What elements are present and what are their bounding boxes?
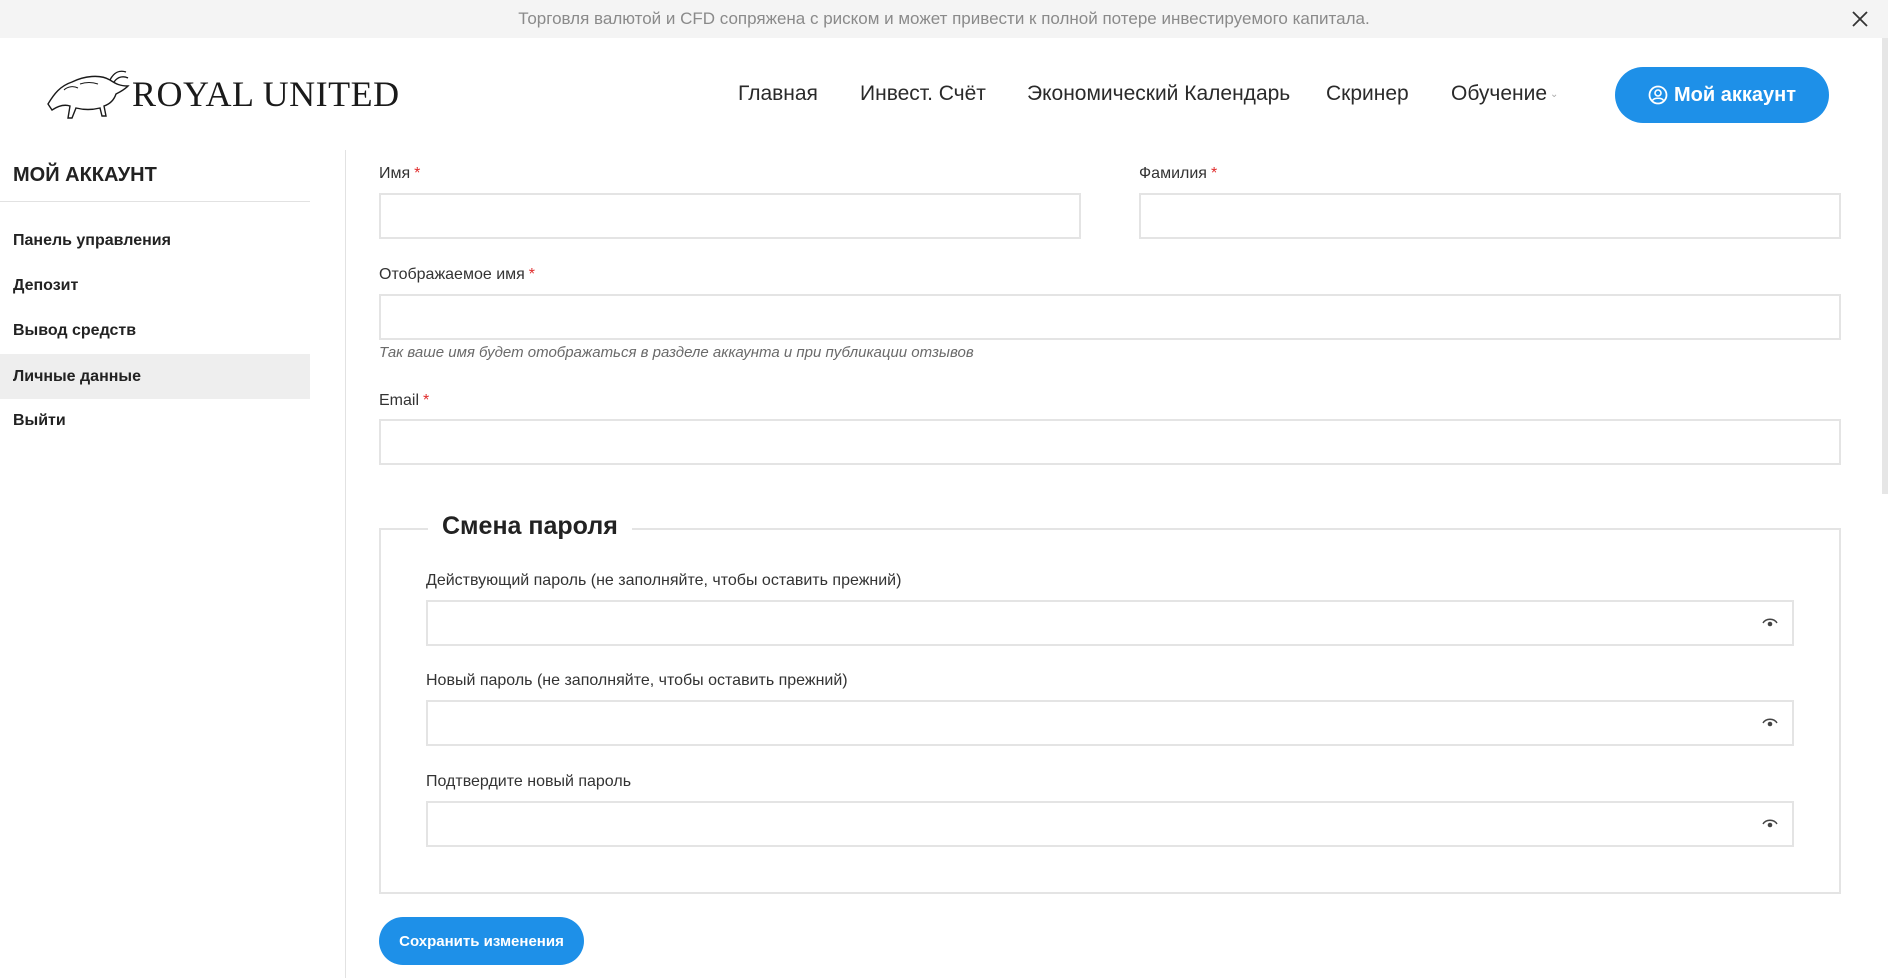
display-name-label-text: Отображаемое имя xyxy=(379,266,525,283)
nav-item-invest-account[interactable]: Инвест. Счёт xyxy=(860,82,986,106)
eye-icon[interactable] xyxy=(1762,818,1778,830)
first-name-label: Имя * xyxy=(379,165,420,183)
chevron-down-icon: ⌄ xyxy=(1550,89,1559,100)
required-marker: * xyxy=(414,165,421,182)
new-password-input[interactable] xyxy=(426,700,1794,746)
last-name-input[interactable] xyxy=(1139,193,1841,239)
nav-item-screener[interactable]: Скринер xyxy=(1326,82,1409,106)
site-header: ROYAL UNITED Главная Инвест. Счёт Эконом… xyxy=(0,38,1888,150)
new-password-label: Новый пароль (не заполняйте, чтобы остав… xyxy=(426,672,848,689)
sidebar-item-logout[interactable]: Выйти xyxy=(0,398,310,443)
required-marker: * xyxy=(528,266,536,283)
sidebar-item-dashboard[interactable]: Панель управления xyxy=(0,218,310,263)
sidebar-title: МОЙ АККАУНТ xyxy=(13,164,157,186)
scrollbar[interactable] xyxy=(1882,38,1888,494)
required-marker: * xyxy=(1210,165,1218,182)
required-marker: * xyxy=(423,392,430,409)
current-password-input[interactable] xyxy=(426,600,1794,646)
display-name-hint: Так ваше имя будет отображаться в раздел… xyxy=(379,344,974,361)
display-name-input[interactable] xyxy=(379,294,1841,340)
my-account-button[interactable]: Мой аккаунт xyxy=(1615,67,1829,123)
content-divider xyxy=(345,150,346,978)
email-label-text: Email xyxy=(379,392,420,409)
risk-warning-banner: Торговля валютой и CFD сопряжена с риско… xyxy=(0,0,1888,38)
current-password-label: Действующий пароль (не заполняйте, чтобы… xyxy=(426,572,902,589)
password-section-title: Смена пароля xyxy=(428,512,632,541)
risk-warning-text: Торговля валютой и CFD сопряжена с риско… xyxy=(518,9,1370,28)
my-account-button-label: Мой аккаунт xyxy=(1674,83,1796,106)
bull-logo-icon xyxy=(47,70,130,119)
first-name-input[interactable] xyxy=(379,193,1081,239)
sidebar-item-personal-data[interactable]: Личные данные xyxy=(0,354,310,399)
email-input[interactable] xyxy=(379,419,1841,465)
sidebar-item-withdrawal[interactable]: Вывод средств xyxy=(0,308,310,353)
display-name-label: Отображаемое имя * xyxy=(379,266,535,284)
last-name-label: Фамилия * xyxy=(1139,165,1217,183)
logo-text: ROYAL UNITED xyxy=(132,74,400,114)
confirm-password-input[interactable] xyxy=(426,801,1794,847)
save-changes-button[interactable]: Сохранить изменения xyxy=(379,917,584,965)
sidebar-divider xyxy=(0,201,310,202)
nav-item-education[interactable]: Обучение ⌄ xyxy=(1451,82,1558,106)
first-name-label-text: Имя xyxy=(379,165,411,182)
eye-icon[interactable] xyxy=(1762,617,1778,629)
confirm-password-label: Подтвердите новый пароль xyxy=(426,773,632,790)
logo[interactable]: ROYAL UNITED xyxy=(44,64,400,124)
last-name-label-text: Фамилия xyxy=(1139,165,1207,182)
user-circle-icon xyxy=(1648,85,1668,105)
close-icon[interactable] xyxy=(1848,7,1872,31)
sidebar-item-deposit[interactable]: Депозит xyxy=(0,263,310,308)
nav-item-economic-calendar[interactable]: Экономический Календарь xyxy=(1027,82,1290,106)
email-label: Email * xyxy=(379,392,429,410)
eye-icon[interactable] xyxy=(1762,717,1778,729)
nav-item-education-label: Обучение xyxy=(1451,82,1548,105)
nav-item-home[interactable]: Главная xyxy=(738,82,818,106)
